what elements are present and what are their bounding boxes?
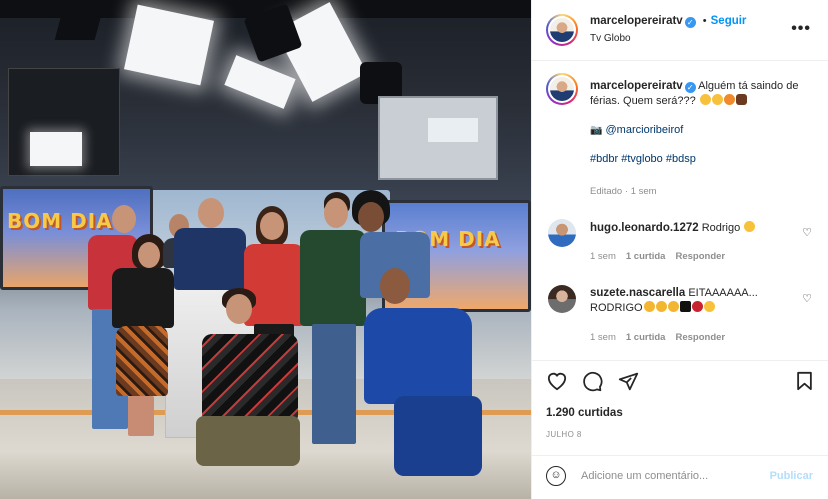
comment-likes[interactable]: 1 curtida xyxy=(626,251,666,262)
comment-username[interactable]: suzete.nascarella xyxy=(590,287,685,299)
clap-emoji-icon xyxy=(643,301,655,312)
laughing-emoji-icon xyxy=(699,94,711,105)
post-sidebar: marcelopereiratv ✓ • Seguir Tv Globo ••• m… xyxy=(531,0,828,499)
caption-username[interactable]: marcelopereiratv xyxy=(590,80,683,92)
publish-button[interactable]: Publicar xyxy=(770,470,813,482)
post-header: marcelopereiratv ✓ • Seguir Tv Globo ••• xyxy=(532,0,828,61)
edited-label: Editado xyxy=(590,186,623,197)
reply-button[interactable]: Responder xyxy=(675,332,725,343)
comment-like-icon[interactable]: ♡ xyxy=(802,292,812,305)
studio-light xyxy=(30,132,82,166)
author-username[interactable]: marcelopereiratv xyxy=(590,15,683,27)
share-icon[interactable] xyxy=(618,371,639,397)
commenter-avatar[interactable] xyxy=(548,285,576,313)
grinning-emoji-icon xyxy=(711,94,723,105)
tongue-emoji-icon xyxy=(723,94,735,105)
hashtag-link[interactable]: #tvglobo xyxy=(621,153,663,165)
comment-input[interactable]: Adicione um comentário... xyxy=(581,470,708,482)
comment-username[interactable]: hugo.leonardo.1272 xyxy=(590,222,699,234)
clap-emoji-icon xyxy=(667,301,679,312)
more-options-icon[interactable]: ••• xyxy=(791,20,811,38)
reply-button[interactable]: Responder xyxy=(675,251,725,262)
clap-emoji-icon xyxy=(655,301,667,312)
comment-time: 1 sem xyxy=(590,332,616,343)
emoji-picker-icon[interactable]: ☺ xyxy=(546,466,566,486)
hashtag-line: #bdbr #tvglobo #bdsp xyxy=(590,152,815,167)
comment-text: EITAAAAAA... xyxy=(688,287,758,299)
action-bar: 1.290 curtidas JULHO 8 xyxy=(532,360,828,460)
comment-meta: 1 sem 1 curtida Responder xyxy=(590,251,725,262)
comment: suzete.nascarella EITAAAAAA... RODRIGO xyxy=(590,286,815,316)
post-location[interactable]: Tv Globo xyxy=(590,33,631,44)
camera-icon: 📷 xyxy=(590,125,603,136)
follow-button[interactable]: Seguir xyxy=(711,15,747,27)
avatar[interactable] xyxy=(546,14,578,46)
studio-sign: BOM DIA xyxy=(7,209,113,233)
monitor-rack xyxy=(428,118,478,142)
add-comment-bar: ☺ Adicione um comentário... Publicar xyxy=(532,455,828,499)
comment-meta: 1 sem 1 curtida Responder xyxy=(590,332,725,343)
comment-like-icon[interactable]: ♡ xyxy=(802,226,812,239)
post-photo[interactable]: BOM DIA BOM DIA xyxy=(0,0,531,499)
separator-dot: • xyxy=(702,15,707,27)
heart-eyes-emoji-icon xyxy=(703,301,715,312)
comment-text-line2: RODRIGO xyxy=(590,301,815,316)
caption-meta: Editado · 1 sem xyxy=(590,186,657,197)
comment: hugo.leonardo.1272 Rodrigo xyxy=(590,221,815,236)
caption-time: 1 sem xyxy=(630,186,657,197)
commenter-avatar[interactable] xyxy=(548,219,576,247)
heart-icon[interactable] xyxy=(546,371,568,396)
grimacing-emoji-icon xyxy=(744,221,756,232)
post-caption: marcelopereiratv ✓ Alguém tá saindo de fé… xyxy=(590,79,815,167)
comment-text: RODRIGO xyxy=(590,302,643,314)
lips-emoji-icon xyxy=(691,301,703,312)
verified-icon: ✓ xyxy=(684,82,696,93)
comment-time: 1 sem xyxy=(590,251,616,262)
hashtag-link[interactable]: #bdsp xyxy=(666,153,696,165)
post-date: JULHO 8 xyxy=(546,430,582,439)
comment-likes[interactable]: 1 curtida xyxy=(626,332,666,343)
comment-text: Rodrigo xyxy=(701,222,741,234)
caption-mention-line: 📷 @marcioribeirof xyxy=(590,123,815,138)
bookmark-icon[interactable] xyxy=(796,371,813,396)
studio-light xyxy=(224,55,296,109)
hashtag-link[interactable]: #bdbr xyxy=(590,153,618,165)
verified-icon: ✓ xyxy=(684,17,696,28)
caption-avatar[interactable] xyxy=(546,73,578,105)
people-emoji-icon xyxy=(735,94,747,105)
comment-icon[interactable] xyxy=(582,371,603,397)
header-user-line: marcelopereiratv ✓ • Seguir xyxy=(590,15,746,28)
likes-count[interactable]: 1.290 curtidas xyxy=(546,407,623,419)
mention-link[interactable]: @marcioribeirof xyxy=(606,124,684,136)
black-heart-icon xyxy=(679,301,691,312)
